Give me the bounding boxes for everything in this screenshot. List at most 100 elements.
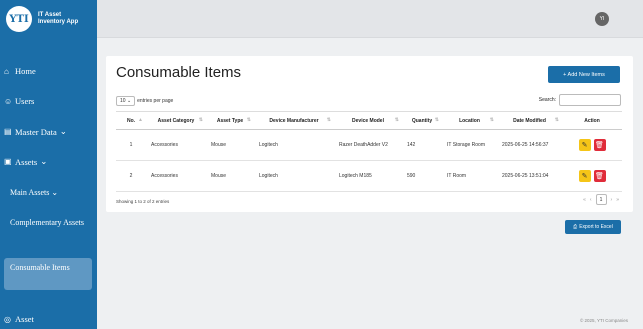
chevron-down-icon: ⌄ <box>40 156 48 166</box>
cell-quantity: 590 <box>402 160 442 192</box>
sidebar-item-master-data[interactable]: ▤ Master Data ⌄ <box>4 126 92 137</box>
cell-model: Razer DeathAdder V2 <box>334 129 402 161</box>
sort-icon: ⇅ <box>246 117 251 123</box>
consumable-items-card: Consumable Items + Add New Items 10 ⌄ en… <box>106 56 633 212</box>
search-input[interactable] <box>559 94 621 106</box>
cell-action: ✎ 🗑 <box>562 160 622 192</box>
export-label: Export to Excel <box>579 224 613 230</box>
pagination: « ‹ 1 › » <box>583 194 619 205</box>
cell-quantity: 142 <box>402 129 442 161</box>
chevron-down-icon: ⌄ <box>59 126 67 136</box>
avatar[interactable]: YI <box>595 12 609 26</box>
column-header-quantity[interactable]: Quantity ⇅ <box>402 111 442 130</box>
sidebar-item-consumable-items[interactable]: Consumable Items <box>4 258 92 290</box>
column-header-location[interactable]: Location ⇅ <box>442 111 497 130</box>
search-label: Search: <box>538 97 556 103</box>
sidebar-item-asset[interactable]: ◎ Asset <box>4 314 92 324</box>
search: Search: <box>539 94 621 106</box>
column-header-no[interactable]: No. ▲ <box>116 111 146 130</box>
column-header-device-model[interactable]: Device Model ⇅ <box>334 111 402 130</box>
database-icon: ▤ <box>4 127 12 136</box>
home-icon: ⌂ <box>4 66 9 76</box>
next-page-icon[interactable]: › <box>611 197 613 203</box>
column-header-asset-type[interactable]: Asset Type ⇅ <box>206 111 254 130</box>
cell-category: Accessories <box>146 160 206 192</box>
table-row: 1 Accessories Mouse Logitech Razer Death… <box>116 129 622 161</box>
trash-icon: 🗑 <box>595 142 604 149</box>
brand[interactable]: YTI IT Asset Inventory App <box>0 0 97 38</box>
entries-select[interactable]: 10 ⌄ <box>116 96 136 106</box>
page-title: Consumable Items <box>116 64 242 81</box>
cell-no: 1 <box>116 129 146 161</box>
cell-type: Mouse <box>206 129 254 161</box>
users-icon: ☺ <box>4 96 13 106</box>
sort-icon: ⇅ <box>489 117 494 123</box>
sort-icon: ⇅ <box>394 117 399 123</box>
sort-icon: ⇅ <box>326 117 331 123</box>
assets-icon: ▣ <box>4 157 12 166</box>
sort-icon: ⇅ <box>198 117 203 123</box>
export-to-excel-button[interactable]: ⎙ Export to Excel <box>565 220 621 234</box>
cell-date: 2025-06-25 14:56:37 <box>497 129 562 161</box>
app-name-line1: IT Asset <box>38 11 62 18</box>
trash-icon: 🗑 <box>595 173 604 180</box>
sidebar-item-label: Master Data <box>15 126 57 137</box>
last-page-icon[interactable]: » <box>616 197 619 203</box>
table-header-row: No. ▲ Asset Category ⇅ Asset Type ⇅ Device … <box>116 111 622 130</box>
table-info: Showing 1 to 2 of 2 entries <box>116 199 170 204</box>
cell-manufacturer: Logitech <box>254 160 334 192</box>
delete-button[interactable]: 🗑 <box>593 170 606 182</box>
add-new-items-button[interactable]: + Add New Items <box>548 66 620 83</box>
print-icon: ⎙ <box>573 224 578 230</box>
column-header-asset-category[interactable]: Asset Category ⇅ <box>146 111 206 130</box>
cell-manufacturer: Logitech <box>254 129 334 161</box>
cell-location: IT Storage Room <box>442 129 497 161</box>
company-logo: YTI <box>6 6 32 32</box>
sort-icon: ▲ <box>138 117 143 123</box>
sort-icon: ⇅ <box>434 117 439 123</box>
table-row: 2 Accessories Mouse Logitech Logitech M1… <box>116 160 622 192</box>
consumable-items-table: No. ▲ Asset Category ⇅ Asset Type ⇅ Device … <box>116 111 622 192</box>
sidebar-item-label: Asset <box>15 314 34 324</box>
sidebar-item-label: Assets <box>15 156 38 167</box>
sidebar-item-home[interactable]: ⌂ Home <box>4 66 92 76</box>
cell-model: Logitech M185 <box>334 160 402 192</box>
cell-category: Accessories <box>146 129 206 161</box>
cell-location: IT Room <box>442 160 497 192</box>
column-header-date-modified[interactable]: Date Modified ⇅ <box>497 111 562 130</box>
prev-page-icon[interactable]: ‹ <box>590 197 592 203</box>
footer-copyright: © 2025, YTI Companies <box>579 318 628 323</box>
sidebar-item-label: Complementary Assets <box>10 218 84 227</box>
entries-value: 10 <box>120 98 126 104</box>
sort-icon: ⇅ <box>554 117 559 123</box>
sidebar: YTI IT Asset Inventory App ⌂ Home ☺ User… <box>0 0 97 329</box>
edit-button[interactable]: ✎ <box>578 170 591 182</box>
cell-no: 2 <box>116 160 146 192</box>
chevron-down-icon: ⌄ <box>51 188 59 197</box>
cell-date: 2025-06-25 13:51:04 <box>497 160 562 192</box>
cell-type: Mouse <box>206 160 254 192</box>
sidebar-item-complementary-assets[interactable]: Complementary Assets <box>4 218 92 228</box>
first-page-icon[interactable]: « <box>583 197 586 203</box>
entries-label: entries per page <box>137 98 174 104</box>
sidebar-item-label: Main Assets <box>10 188 50 197</box>
sidebar-item-main-assets[interactable]: Main Assets ⌄ <box>4 188 92 198</box>
app-name: IT Asset Inventory App <box>38 12 78 27</box>
sidebar-item-assets[interactable]: ▣ Assets ⌄ <box>4 156 92 167</box>
column-header-action: Action <box>562 111 622 130</box>
sidebar-item-label: Home <box>15 66 36 76</box>
cell-action: ✎ 🗑 <box>562 129 622 161</box>
pencil-icon: ✎ <box>581 142 588 149</box>
edit-button[interactable]: ✎ <box>578 139 591 151</box>
app-name-line2: Inventory App <box>38 19 79 25</box>
page-button[interactable]: 1 <box>595 194 607 205</box>
sidebar-item-users[interactable]: ☺ Users <box>4 96 92 106</box>
asset-icon: ◎ <box>4 314 11 324</box>
sidebar-item-label: Users <box>15 96 35 106</box>
delete-button[interactable]: 🗑 <box>593 139 606 151</box>
column-header-device-manufacturer[interactable]: Device Manufacturer ⇅ <box>254 111 334 130</box>
top-bar: YI <box>97 0 643 38</box>
pencil-icon: ✎ <box>581 173 588 180</box>
entries-per-page: 10 ⌄ entries per page <box>116 96 173 106</box>
sidebar-item-label: Consumable Items <box>10 263 70 272</box>
